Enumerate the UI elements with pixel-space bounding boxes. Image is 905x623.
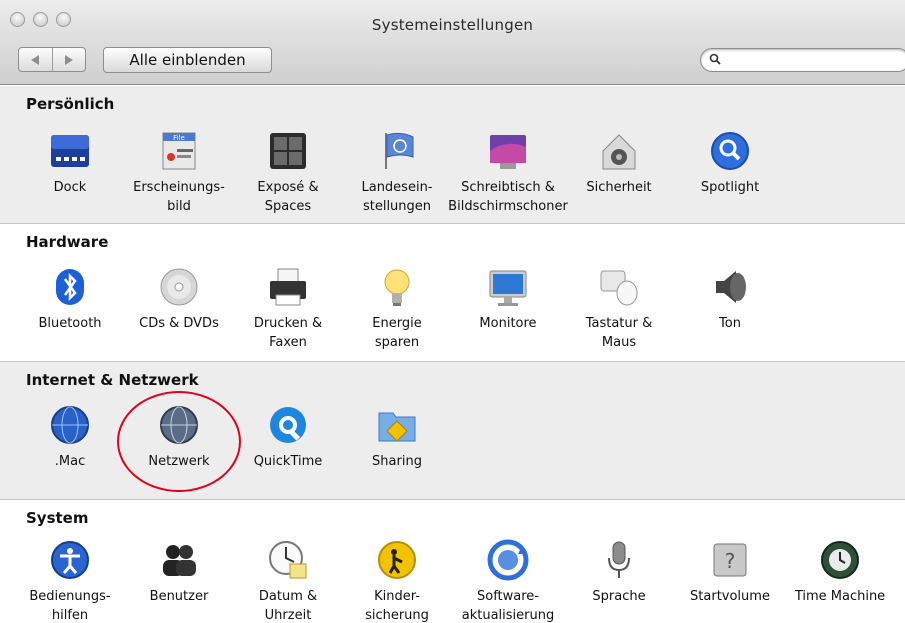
pref-label: Drucken & Faxen xyxy=(253,316,323,350)
pref-label: Kinder- sicherung xyxy=(365,589,429,623)
svg-text:File: File xyxy=(173,134,185,142)
system-preferences-window: Systemeinstellungen Alle einblenden Pers… xyxy=(0,0,905,623)
dock-icon xyxy=(51,135,89,167)
keyboard-mouse-icon xyxy=(600,270,638,306)
pref-label: Bedienungs- hilfen xyxy=(29,589,111,623)
pref-label: Sharing xyxy=(372,454,422,469)
microphone-icon xyxy=(608,541,630,578)
pref-label: Tastatur & Maus xyxy=(585,316,653,350)
pref-label: Sprache xyxy=(592,589,646,604)
section-title: Internet & Netzwerk xyxy=(26,371,199,389)
bluetooth-icon xyxy=(56,269,84,305)
pref-label: Bluetooth xyxy=(38,316,102,331)
pref-label: QuickTime xyxy=(253,454,323,469)
pref-label: Dock xyxy=(53,180,87,195)
appearance-icon: File xyxy=(162,132,196,170)
show-all-button[interactable]: Alle einblenden xyxy=(103,47,272,73)
network-highlight-ring xyxy=(117,391,241,492)
section-title: Persönlich xyxy=(26,95,115,113)
international-icon xyxy=(385,132,414,169)
back-forward-group xyxy=(18,47,86,72)
pref-label: Benutzer xyxy=(149,589,209,604)
pref-label: Startvolume xyxy=(690,589,770,604)
pref-label: Spotlight xyxy=(700,180,760,195)
software-update-icon xyxy=(487,539,529,581)
date-time-icon xyxy=(269,541,307,579)
section-system: System Bedienungs- hilfen Benutzer Datum xyxy=(0,500,905,623)
pref-label: Ton xyxy=(719,316,741,331)
time-machine-icon xyxy=(821,541,859,579)
arrow-right-icon xyxy=(64,54,73,65)
pref-label: Energie sparen xyxy=(372,316,422,350)
pref-label: Exposé & Spaces xyxy=(257,180,319,214)
security-icon xyxy=(602,134,636,170)
svg-text:?: ? xyxy=(725,549,736,573)
section-title: System xyxy=(26,509,89,527)
pref-label: Monitore xyxy=(479,316,537,331)
desktop-screensaver-icon xyxy=(490,135,526,169)
sharing-folder-icon xyxy=(378,412,416,442)
dotmac-globe-icon xyxy=(51,406,89,444)
startup-disk-icon: ? xyxy=(713,543,747,577)
quicktime-icon xyxy=(270,407,306,443)
pref-label: Software- aktualisierung xyxy=(461,589,555,623)
section-personal: Persönlich Dock File Erscheinungs- bild xyxy=(0,86,905,224)
title-toolbar-bar: Systemeinstellungen Alle einblenden xyxy=(0,0,905,85)
window-title: Systemeinstellungen xyxy=(371,16,534,34)
search-input[interactable] xyxy=(700,48,905,72)
monitor-icon xyxy=(489,270,527,306)
forward-button[interactable] xyxy=(51,48,86,71)
pref-label: Datum & Uhrzeit xyxy=(258,589,318,623)
cd-dvd-icon xyxy=(160,268,198,306)
pref-label: Landesein- stellungen xyxy=(361,180,433,214)
spotlight-icon xyxy=(711,132,749,170)
section-title: Hardware xyxy=(26,233,109,251)
users-icon xyxy=(163,545,196,576)
expose-spaces-icon xyxy=(270,133,306,169)
printer-icon xyxy=(270,268,306,306)
arrow-left-icon xyxy=(31,54,40,65)
parental-controls-icon xyxy=(378,541,416,579)
pref-label: Time Machine xyxy=(794,589,886,604)
accessibility-icon xyxy=(51,541,89,579)
section-hardware: Hardware Bluetooth CDs & DVDs Drucken & xyxy=(0,224,905,362)
pref-label: CDs & DVDs xyxy=(139,316,219,331)
back-button[interactable] xyxy=(19,48,52,71)
pref-label: .Mac xyxy=(54,454,86,469)
magnifier-search-icon xyxy=(709,53,721,65)
energy-saver-icon xyxy=(384,269,410,306)
pref-label: Erscheinungs- bild xyxy=(133,180,225,214)
pref-label: Schreibtisch & Bildschirmschoner xyxy=(448,180,568,214)
pref-label: Sicherheit xyxy=(586,180,652,195)
speaker-icon xyxy=(716,271,746,303)
